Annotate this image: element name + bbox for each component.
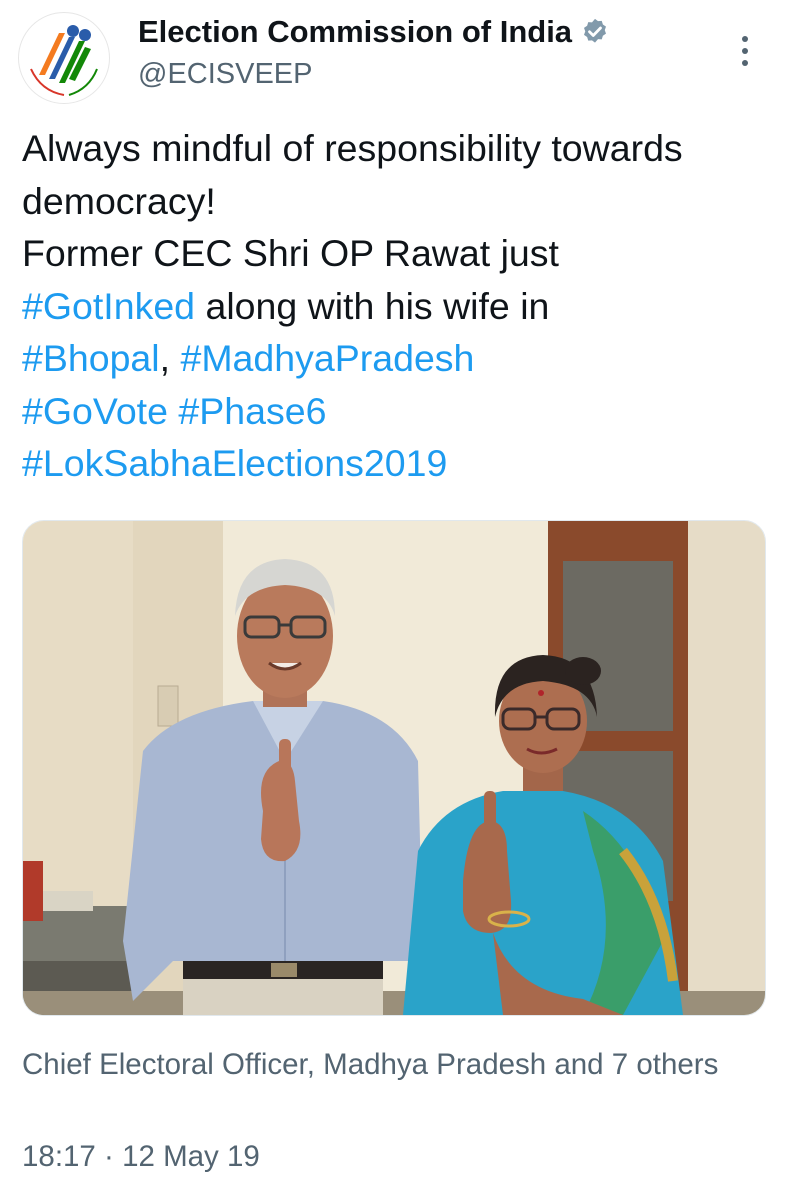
hashtag-link[interactable]: #Phase6 xyxy=(178,390,326,432)
more-options-icon[interactable] xyxy=(735,34,755,68)
tweet-text-line: Always mindful of responsibility towards xyxy=(22,122,772,175)
verified-badge-icon xyxy=(584,18,607,43)
tweet-text-line: #GotInked along with his wife in xyxy=(22,280,772,333)
tweet-text-segment xyxy=(168,390,178,432)
meta-separator: · xyxy=(104,1140,114,1173)
tweet-text-segment: along with his wife in xyxy=(195,284,550,327)
avatar[interactable] xyxy=(18,12,110,104)
tweet-text-line: democracy! xyxy=(22,175,772,228)
hashtag-link[interactable]: #Bhopal xyxy=(22,337,160,379)
tweet-text-line: #GoVote #Phase6 xyxy=(22,385,772,438)
tweet-photo[interactable] xyxy=(22,520,766,1016)
tweet-timestamp[interactable]: 18:17 · 12 May 19 xyxy=(22,1140,260,1174)
tweet-text-segment: Always mindful of responsibility towards xyxy=(22,127,683,169)
tweet-text-segment: , xyxy=(159,337,181,379)
hashtag-link[interactable]: #GoVote xyxy=(22,390,168,432)
eci-logo-icon xyxy=(20,14,108,102)
tweet-time: 18:17 xyxy=(22,1140,96,1173)
tweet-text-line: Former CEC Shri OP Rawat just xyxy=(22,227,772,280)
tweet-date: 12 May 19 xyxy=(122,1140,260,1173)
author-handle[interactable]: @ECISVEEP xyxy=(138,58,313,91)
photo-illustration xyxy=(23,521,765,1015)
tweet-card: Election Commission of India @ECISVEEP A… xyxy=(0,0,786,1200)
tagged-people[interactable]: Chief Electoral Officer, Madhya Pradesh … xyxy=(22,1044,742,1086)
hashtag-link[interactable]: #LokSabhaElections2019 xyxy=(22,442,447,484)
tweet-text-line: #LokSabhaElections2019 xyxy=(22,437,772,490)
hashtag-link[interactable]: #MadhyaPradesh xyxy=(180,337,474,379)
tweet-text-segment: democracy! xyxy=(22,179,216,222)
hashtag-link[interactable]: #GotInked xyxy=(22,285,195,327)
author-display-name[interactable]: Election Commission of India xyxy=(138,14,572,50)
author-name-row[interactable]: Election Commission of India xyxy=(138,14,610,50)
tweet-text-segment: Former CEC Shri OP Rawat just xyxy=(22,232,559,274)
tweet-text: Always mindful of responsibility towards… xyxy=(22,122,772,490)
tweet-text-line: #Bhopal, #MadhyaPradesh xyxy=(22,332,772,385)
